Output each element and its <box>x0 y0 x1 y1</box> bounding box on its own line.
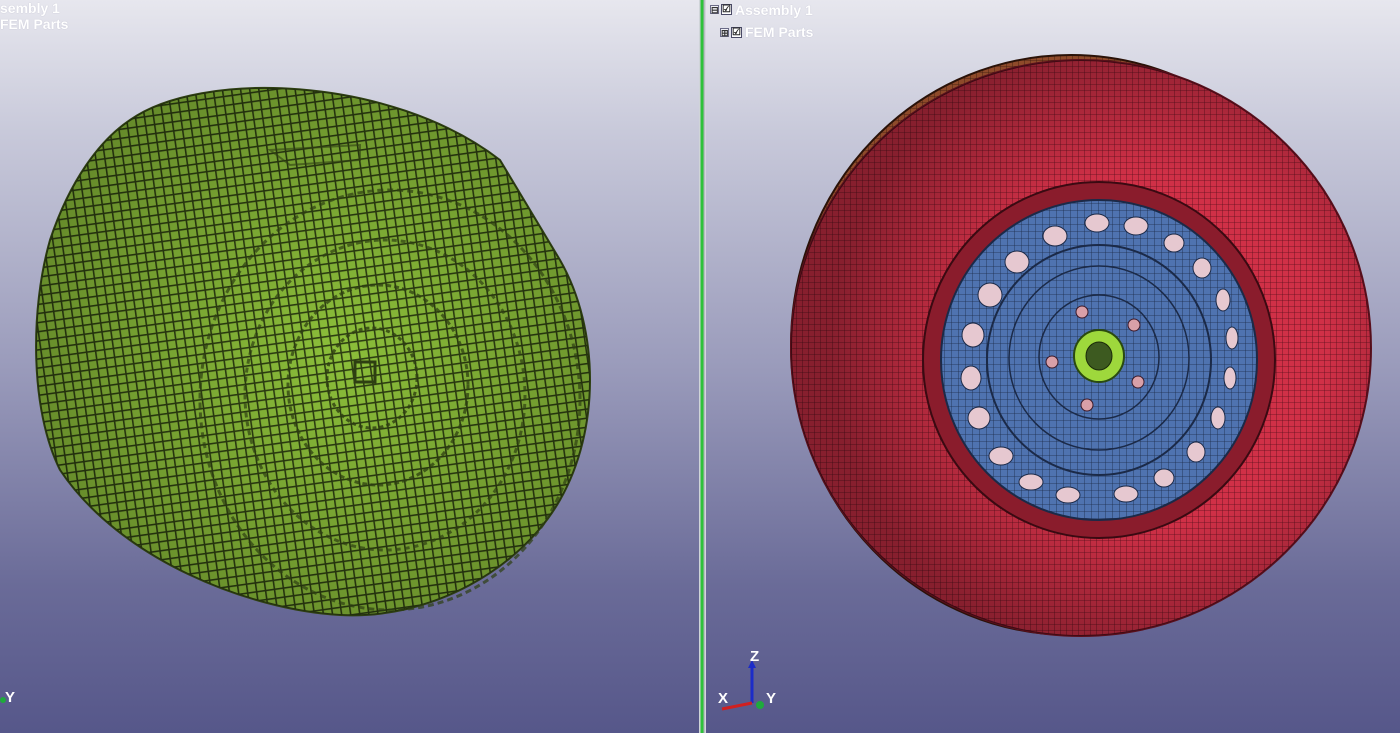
tree-checkbox-assembly[interactable]: ☑ <box>721 4 732 15</box>
axis-z-label: Z <box>750 648 760 665</box>
tree-item-fem-parts-label[interactable]: FEM Parts <box>0 16 68 32</box>
viewport-splitter[interactable] <box>699 0 706 733</box>
axis-triad-left: Y <box>0 688 30 712</box>
tree-expand-icon[interactable]: ⊞ <box>720 27 729 37</box>
tree-item-assembly-label[interactable]: sembly 1 <box>0 0 60 16</box>
tree-checkbox-fem-parts[interactable]: ☑ <box>731 26 742 38</box>
tree-item-assembly-label[interactable]: Assembly 1 <box>735 2 813 18</box>
axis-x-label: X <box>718 690 729 707</box>
left-viewport[interactable]: sembly 1 FEM Parts Y <box>0 0 699 733</box>
axis-y-label: Y <box>766 690 777 707</box>
voxel-wheel-model[interactable] <box>0 0 699 733</box>
right-viewport[interactable]: ⊟ ☑ Assembly 1 ⊞ ☑ FEM Parts Z X Y <box>706 0 1400 733</box>
axis-y-label: Y <box>5 689 16 706</box>
assembly-tree-right: ⊟ ☑ Assembly 1 ⊞ ☑ FEM Parts <box>710 0 813 45</box>
axis-triad-right: Z X Y <box>714 646 794 716</box>
assembly-tree-left: sembly 1 FEM Parts <box>0 0 68 33</box>
tree-item-fem-parts-label[interactable]: FEM Parts <box>745 24 813 40</box>
tire-wheel-model[interactable] <box>706 0 1400 733</box>
tree-collapse-icon[interactable]: ⊟ <box>710 5 719 15</box>
